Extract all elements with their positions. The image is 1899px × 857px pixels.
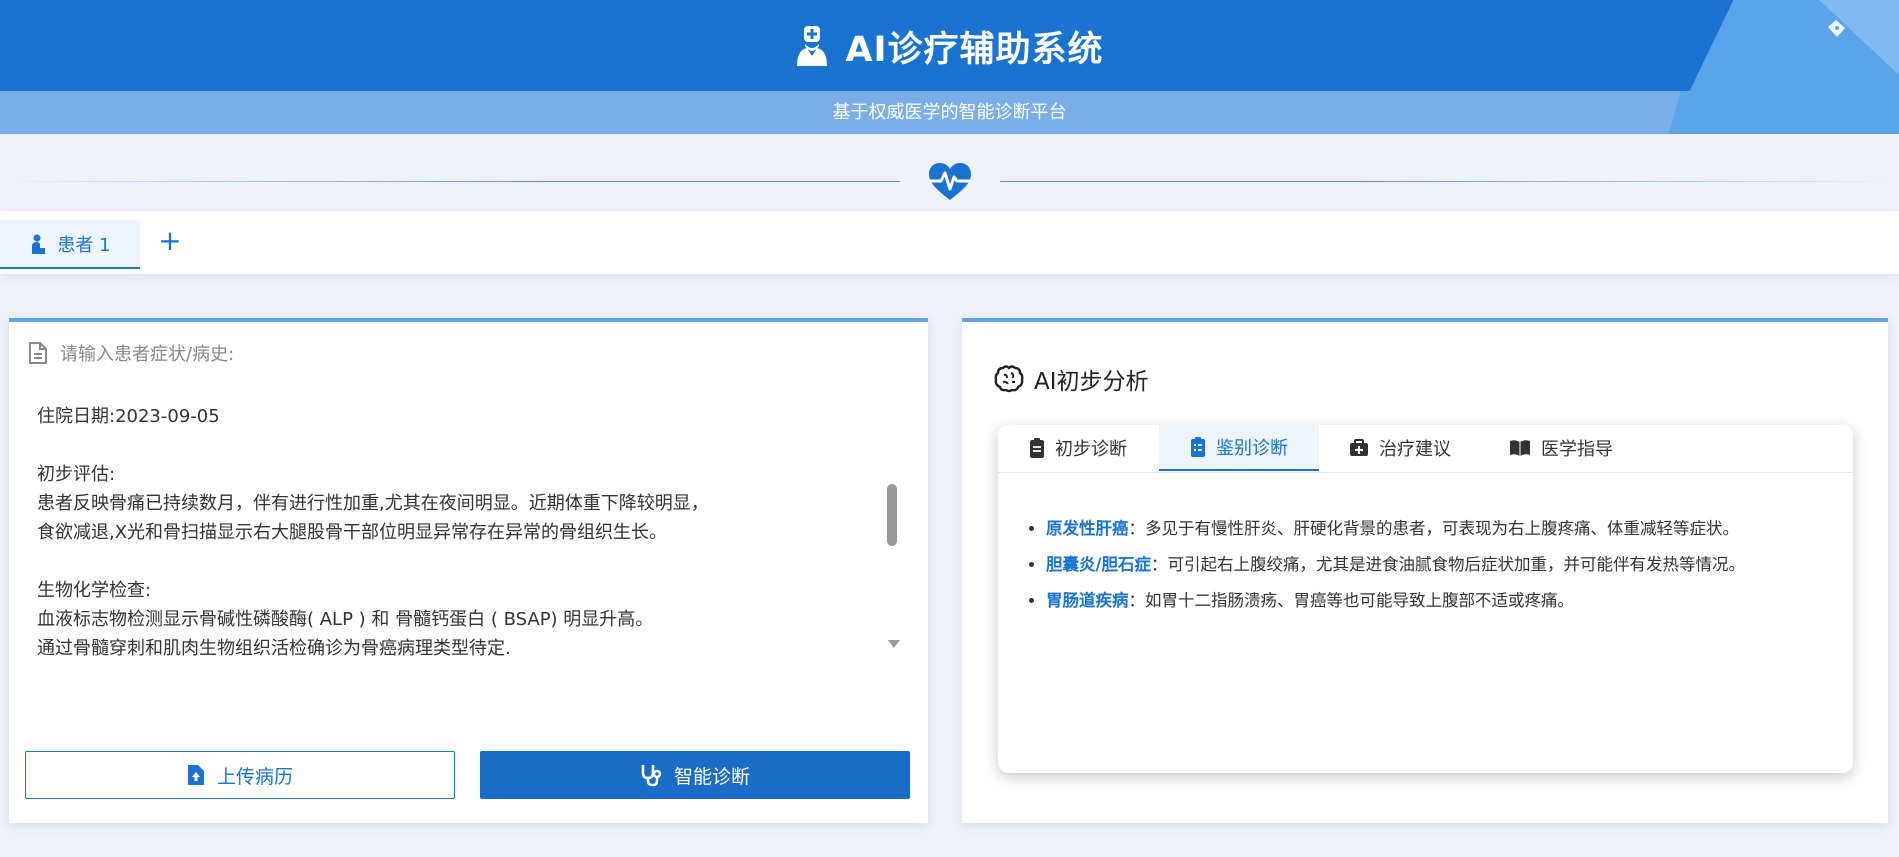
diagnosis-tab-bar: 初步诊断 鉴别诊断 治疗建议 医学指导 bbox=[998, 425, 1853, 473]
tab-initial-diagnosis[interactable]: 初步诊断 bbox=[998, 425, 1158, 471]
subtitle-bar: 基于权威医学的智能诊断平台 bbox=[0, 91, 1899, 134]
add-patient-button[interactable]: + bbox=[158, 227, 182, 255]
list-item: 原发性肝癌：多见于有慢性肝炎、肝硬化背景的患者，可表现为右上腹疼痛、体重减轻等症… bbox=[1046, 511, 1745, 547]
heartbeat-divider bbox=[0, 162, 1899, 202]
tab-medical-guidance-label: 医学指导 bbox=[1541, 439, 1613, 460]
heartbeat-icon bbox=[929, 163, 971, 200]
diagnosis-panel: 初步诊断 鉴别诊断 治疗建议 医学指导 • 原发性肝癌：多见于有慢性肝炎、肝硬化… bbox=[998, 425, 1853, 773]
tab-medical-guidance[interactable]: 医学指导 bbox=[1481, 425, 1641, 471]
symptom-input-label-text: 请输入患者症状/病史: bbox=[60, 344, 235, 365]
app-header: AI诊疗辅助系统 bbox=[0, 0, 1899, 91]
upload-record-label: 上传病历 bbox=[216, 765, 293, 788]
divider-line-right bbox=[1000, 181, 1899, 182]
tab-treatment-advice-label: 治疗建议 bbox=[1379, 439, 1451, 460]
file-upload-icon bbox=[187, 765, 204, 785]
upload-record-button[interactable]: 上传病历 bbox=[25, 751, 455, 799]
brain-icon bbox=[994, 365, 1024, 393]
tab-treatment-advice[interactable]: 治疗建议 bbox=[1320, 425, 1480, 471]
ai-analysis-heading: AI初步分析 bbox=[994, 362, 1149, 396]
clipboard-list-icon bbox=[1191, 437, 1205, 457]
tab-differential-diagnosis[interactable]: 鉴别诊断 bbox=[1159, 425, 1319, 471]
document-icon bbox=[29, 342, 47, 364]
differential-name: 原发性肝癌 bbox=[1046, 519, 1129, 538]
differential-list: 原发性肝癌：多见于有慢性肝炎、肝硬化背景的患者，可表现为右上腹疼痛、体重减轻等症… bbox=[1025, 511, 1745, 619]
medkit-icon bbox=[1350, 439, 1368, 456]
differential-desc: ：多见于有慢性肝炎、肝硬化背景的患者，可表现为右上腹疼痛、体重减轻等症状。 bbox=[1128, 519, 1740, 538]
smart-diagnose-label: 智能诊断 bbox=[673, 765, 750, 788]
symptom-input-label: 请输入患者症状/病史: bbox=[28, 340, 234, 366]
subtitle-decoration bbox=[1669, 91, 1899, 134]
scrollbar-thumb[interactable] bbox=[887, 484, 897, 546]
tab-differential-diagnosis-label: 鉴别诊断 bbox=[1216, 438, 1288, 459]
symptom-text: 住院日期:2023-09-05 初步评估: 患者反映骨痛已持续数月，伴有进行性加… bbox=[37, 406, 709, 658]
scroll-down-arrow[interactable] bbox=[888, 640, 900, 648]
differential-desc: ：如胃十二指肠溃疡、胃癌等也可能导致上腹部不适或疼痛。 bbox=[1128, 591, 1575, 610]
app-subtitle: 基于权威医学的智能诊断平台 bbox=[832, 102, 1067, 123]
stethoscope-icon bbox=[641, 765, 662, 787]
app-title: AI诊疗辅助系统 bbox=[845, 29, 1104, 70]
smart-diagnose-button[interactable]: 智能诊断 bbox=[480, 751, 910, 799]
doctor-icon bbox=[797, 26, 828, 66]
textarea-scrollbar[interactable] bbox=[887, 406, 900, 648]
ai-analysis-title: AI初步分析 bbox=[1034, 369, 1149, 395]
symptom-input-card: 请输入患者症状/病史: 住院日期:2023-09-05 初步评估: 患者反映骨痛… bbox=[9, 318, 928, 823]
divider-line-left bbox=[0, 181, 900, 182]
book-icon bbox=[1510, 440, 1530, 456]
list-item: 胆囊炎/胆石症：可引起右上腹绞痛，尤其是进食油腻食物后症状加重，并可能伴有发热等… bbox=[1046, 547, 1745, 583]
tab-patient-1[interactable]: 患者 1 bbox=[0, 220, 140, 269]
differential-name: 胃肠道疾病 bbox=[1046, 591, 1129, 610]
ai-analysis-card: AI初步分析 初步诊断 鉴别诊断 治疗建议 医学指导 • 原发性肝癌：多见于有慢… bbox=[962, 318, 1888, 823]
clipboard-icon bbox=[1030, 438, 1044, 458]
brand: AI诊疗辅助系统 bbox=[0, 24, 1899, 70]
patient-tab-bar: 患者 1 + bbox=[0, 211, 1899, 274]
tab-initial-diagnosis-label: 初步诊断 bbox=[1055, 439, 1127, 460]
differential-name: 胆囊炎/胆石症 bbox=[1046, 555, 1152, 574]
symptom-textarea[interactable]: 住院日期:2023-09-05 初步评估: 患者反映骨痛已持续数月，伴有进行性加… bbox=[27, 396, 905, 658]
differential-desc: ：可引起右上腹绞痛，尤其是进食油腻食物后症状加重，并可能伴有发热等情况。 bbox=[1151, 555, 1746, 574]
tab-patient-1-label: 患者 1 bbox=[57, 234, 111, 256]
tag-icon bbox=[1828, 20, 1845, 37]
patient-icon bbox=[32, 234, 46, 254]
list-item: 胃肠道疾病：如胃十二指肠溃疡、胃癌等也可能导致上腹部不适或疼痛。 bbox=[1046, 583, 1745, 619]
